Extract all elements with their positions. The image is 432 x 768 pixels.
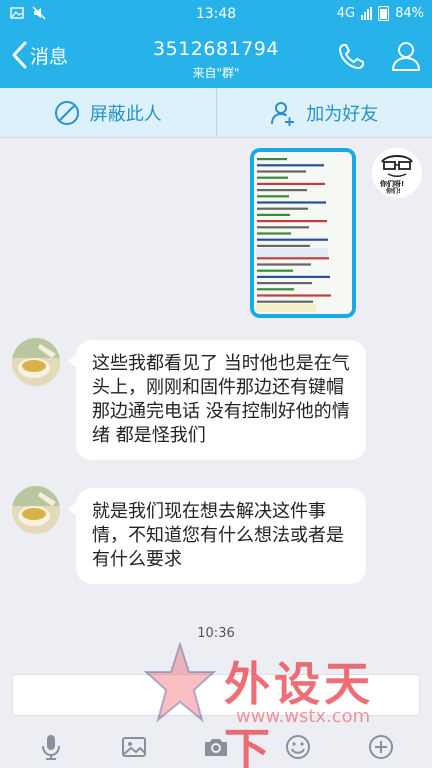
thumbnail-text-line — [257, 300, 313, 303]
add-friend-button[interactable]: 加为好友 — [215, 88, 432, 137]
message-text: 这些我都看见了 当时他也是在气头上，刚刚和固件那边还有键帽那边通完电话 没有控制… — [92, 353, 350, 446]
svg-text:你们呀!: 你们呀! — [379, 179, 404, 188]
contact-avatar[interactable] — [12, 338, 60, 386]
thumbnail-text-line — [257, 201, 326, 204]
message-bubble[interactable]: 这些我都看见了 当时他也是在气头上，刚刚和固件那边还有键帽那边通完电话 没有控制… — [68, 340, 366, 460]
camera-icon[interactable] — [202, 733, 230, 761]
meme-face-avatar: 你们呀! 你们! — [372, 148, 422, 198]
thumbnail-text-line — [257, 232, 291, 235]
thumbnail-text-line — [257, 288, 294, 291]
message-text: 就是我们现在想去解决这件事情，不知道您有什么想法或者是有什么要求 — [92, 501, 344, 570]
chat-title: 3512681794 — [153, 38, 279, 60]
plus-icon[interactable] — [367, 733, 395, 761]
thumbnail-text-line — [257, 213, 290, 216]
thumbnail-text-line — [257, 238, 328, 241]
battery-icon — [378, 6, 390, 21]
message-timestamp: 10:36 — [197, 626, 235, 641]
thumbnail-text-line — [257, 195, 289, 198]
thumbnail-text-line — [257, 226, 309, 229]
thumbnail-text-line — [257, 220, 327, 223]
thumbnail-text-line — [257, 182, 325, 185]
image-message-bubble[interactable] — [250, 148, 356, 318]
screenshot-image[interactable] — [254, 152, 352, 314]
chat-screenshot-thumbnail — [254, 152, 352, 314]
block-user-button[interactable]: 屏蔽此人 — [0, 88, 216, 137]
block-icon — [54, 100, 79, 125]
status-bar: 13:48 4G 84% — [0, 0, 432, 28]
chat-area[interactable]: 你们呀! 你们! 这些我都看见了 当时他也是在气头上，刚刚和固件那边还有键帽那边… — [0, 138, 432, 660]
thumbnail-text-line — [257, 294, 331, 297]
add-friend-label: 加为好友 — [306, 103, 379, 125]
thumbnail-text-line — [257, 158, 287, 161]
profile-icon[interactable] — [391, 40, 421, 72]
tea-cup-avatar — [12, 338, 60, 386]
thumbnail-text-line — [257, 269, 293, 272]
image-icon[interactable] — [120, 733, 148, 761]
title-bar: 消息 3512681794 来自"群" — [0, 28, 432, 88]
mic-icon[interactable] — [37, 733, 65, 761]
network-type: 4G — [336, 6, 356, 21]
thumbnail-text-line — [257, 176, 288, 179]
thumbnail-text-line — [257, 170, 306, 173]
my-avatar[interactable]: 你们呀! 你们! — [372, 148, 422, 198]
thumbnail-text-line — [257, 282, 312, 285]
chat-subtitle: 来自"群" — [192, 66, 240, 80]
svg-text:你们!: 你们! — [385, 187, 401, 195]
message-input[interactable] — [12, 674, 420, 716]
thumbnail-text-line — [257, 257, 329, 260]
thumbnail-text-line — [257, 275, 330, 278]
block-user-label: 屏蔽此人 — [89, 103, 162, 125]
input-bar — [0, 660, 432, 768]
add-friend-icon — [271, 101, 295, 126]
thumbnail-text-line — [257, 263, 311, 266]
status-right-icons: 4G 84% — [337, 6, 424, 21]
battery-level: 84% — [395, 6, 424, 21]
thumbnail-text-line — [257, 164, 324, 167]
input-toolbar — [0, 726, 432, 768]
contact-avatar[interactable] — [12, 486, 60, 534]
signal-icon — [361, 7, 373, 20]
phone-call-icon[interactable] — [336, 42, 366, 72]
tea-cup-avatar — [12, 486, 60, 534]
emoji-icon[interactable] — [284, 733, 312, 761]
message-bubble[interactable]: 就是我们现在想去解决这件事情，不知道您有什么想法或者是有什么要求 — [68, 488, 366, 584]
thumbnail-text-line — [257, 244, 310, 247]
thumbnail-text-line — [257, 189, 307, 192]
action-bar: 屏蔽此人 加为好友 — [0, 88, 432, 138]
thumbnail-text-line — [257, 207, 308, 210]
